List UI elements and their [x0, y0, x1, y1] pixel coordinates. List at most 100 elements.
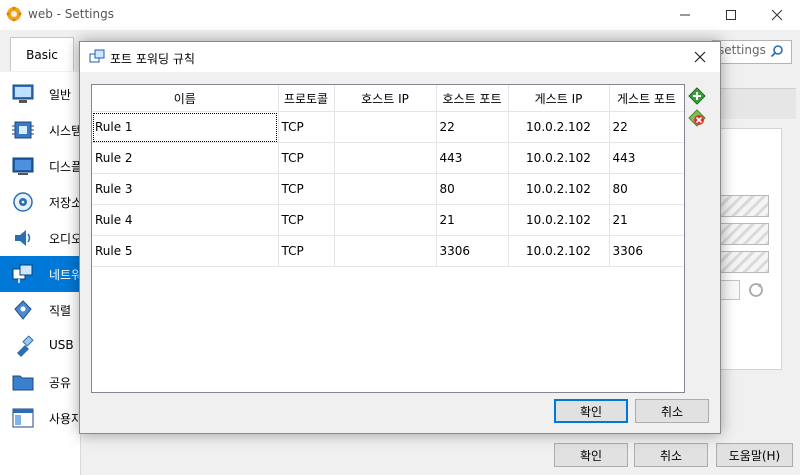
dialog-cancel-button[interactable]: 취소	[635, 399, 709, 423]
minimize-icon	[680, 14, 690, 16]
column-header-name[interactable]: 이름	[92, 85, 279, 112]
cell-host-ip[interactable]	[334, 173, 437, 205]
disabled-field	[716, 223, 769, 245]
add-rule-icon[interactable]	[688, 87, 706, 105]
ok-button[interactable]: 확인	[554, 443, 628, 467]
cell-guest-ip[interactable]: 10.0.2.102	[508, 142, 610, 174]
cell-name[interactable]: Rule 1	[92, 111, 279, 143]
dialog-ok-button[interactable]: 확인	[554, 399, 628, 423]
column-header-guest-ip[interactable]: 게스트 IP	[508, 85, 610, 112]
table-header-row: 이름 프로토콜 호스트 IP 호스트 포트 게스트 IP 게스트 포트	[92, 85, 684, 112]
cell-host-port[interactable]: 80	[436, 173, 509, 205]
cell-protocol[interactable]: TCP	[278, 111, 335, 143]
sidebar-item-display[interactable]: 디스플	[0, 148, 83, 184]
column-header-host-port[interactable]: 호스트 포트	[436, 85, 509, 112]
dialog-titlebar: 포트 포워딩 규칙	[80, 42, 720, 72]
refresh-icon	[749, 283, 763, 297]
close-window-button[interactable]	[754, 0, 800, 30]
cell-protocol[interactable]: TCP	[278, 235, 335, 267]
cell-protocol[interactable]: TCP	[278, 173, 335, 205]
search-placeholder: settings	[718, 43, 766, 57]
cell-guest-ip[interactable]: 10.0.2.102	[508, 111, 610, 143]
search-icon[interactable]	[770, 44, 784, 58]
cell-guest-port[interactable]: 80	[609, 173, 684, 205]
cell-host-ip[interactable]	[334, 142, 437, 174]
tab-basic[interactable]: Basic	[10, 37, 74, 71]
sidebar-item-label: 일반	[49, 88, 72, 102]
cell-host-port[interactable]: 22	[436, 111, 509, 143]
disabled-field	[716, 195, 769, 217]
cell-host-port[interactable]: 21	[436, 204, 509, 236]
window-title: web - Settings	[28, 7, 114, 21]
cell-host-port[interactable]: 3306	[436, 235, 509, 267]
column-header-host-ip[interactable]: 호스트 IP	[334, 85, 437, 112]
sidebar-item-label: 시스템	[49, 124, 83, 138]
sidebar-item-audio[interactable]: 오디오	[0, 220, 82, 256]
cell-guest-ip[interactable]: 10.0.2.102	[508, 204, 610, 236]
close-icon	[771, 9, 783, 21]
table-row[interactable]: Rule 5 TCP 3306 10.0.2.102 3306	[92, 235, 684, 267]
remove-rule-icon[interactable]	[688, 109, 706, 127]
cell-guest-port[interactable]: 3306	[609, 235, 684, 267]
cell-host-ip[interactable]	[334, 204, 437, 236]
user-interface-icon	[12, 408, 34, 428]
sidebar-item-storage[interactable]: 저장소	[0, 184, 83, 220]
sidebar-item-label: 공유	[49, 376, 72, 390]
cell-guest-port[interactable]: 443	[609, 142, 684, 174]
table-row[interactable]: Rule 1 TCP 22 10.0.2.102 22	[92, 111, 684, 143]
cell-host-ip[interactable]	[334, 235, 437, 267]
system-icon	[12, 121, 34, 139]
serial-icon	[14, 300, 32, 320]
panel-body	[716, 128, 782, 370]
cell-guest-ip[interactable]: 10.0.2.102	[508, 173, 610, 205]
audio-icon	[15, 230, 31, 246]
cell-name[interactable]: Rule 3	[92, 173, 279, 205]
sidebar-item-system[interactable]: 시스템	[0, 112, 83, 148]
mac-address-field	[718, 280, 740, 300]
sidebar-item-label: 직렬	[49, 304, 72, 318]
cell-name[interactable]: Rule 4	[92, 204, 279, 236]
sidebar-item-shared-folders[interactable]: 공유	[0, 364, 80, 400]
cell-protocol[interactable]: TCP	[278, 204, 335, 236]
settings-sidebar: 일반 시스템 디스플 저장소 오디오 네트워 직렬 USB 공유 사용자	[0, 72, 83, 475]
disabled-field	[716, 251, 769, 273]
column-header-protocol[interactable]: 프로토콜	[278, 85, 335, 112]
sidebar-item-label: 네트워	[49, 268, 83, 282]
usb-icon	[17, 335, 34, 357]
help-button[interactable]: 도움말(H)	[716, 443, 793, 467]
port-forwarding-dialog: 포트 포워딩 규칙 이름 프로토콜 호스트 IP 호스트 포트 게스트 IP 게…	[79, 41, 721, 434]
storage-icon	[13, 192, 33, 212]
sidebar-item-usb[interactable]: USB	[0, 328, 80, 364]
app-icon	[6, 6, 22, 22]
sidebar-item-general[interactable]: 일반	[0, 76, 80, 112]
sidebar-item-label: 사용자	[49, 412, 83, 426]
sidebar-item-serial[interactable]: 직렬	[0, 292, 80, 328]
cell-host-ip[interactable]	[334, 111, 437, 143]
cancel-button[interactable]: 취소	[634, 443, 708, 467]
sidebar-item-user-interface[interactable]: 사용자	[0, 400, 83, 436]
cell-host-port[interactable]: 443	[436, 142, 509, 174]
cell-protocol[interactable]: TCP	[278, 142, 335, 174]
maximize-icon	[726, 10, 736, 20]
network-icon	[89, 49, 105, 63]
close-icon	[694, 51, 706, 63]
cell-guest-port[interactable]: 22	[609, 111, 684, 143]
sidebar-item-label: 디스플	[49, 160, 83, 174]
sidebar-item-label: 저장소	[49, 196, 83, 210]
column-header-guest-port[interactable]: 게스트 포트	[609, 85, 684, 112]
maximize-button[interactable]	[708, 0, 754, 30]
cell-guest-ip[interactable]: 10.0.2.102	[508, 235, 610, 267]
minimize-button[interactable]	[662, 0, 708, 30]
dialog-close-button[interactable]	[690, 47, 710, 67]
table-row[interactable]: Rule 3 TCP 80 10.0.2.102 80	[92, 173, 684, 205]
network-icon	[12, 264, 33, 283]
cell-guest-port[interactable]: 21	[609, 204, 684, 236]
sidebar-item-label: USB	[49, 338, 74, 352]
cell-name[interactable]: Rule 5	[92, 235, 279, 267]
table-row[interactable]: Rule 2 TCP 443 10.0.2.102 443	[92, 142, 684, 174]
dialog-title: 포트 포워딩 규칙	[110, 52, 195, 66]
general-icon	[12, 84, 34, 103]
sidebar-item-network[interactable]: 네트워	[0, 256, 83, 292]
table-row[interactable]: Rule 4 TCP 21 10.0.2.102 21	[92, 204, 684, 236]
cell-name[interactable]: Rule 2	[92, 142, 279, 174]
